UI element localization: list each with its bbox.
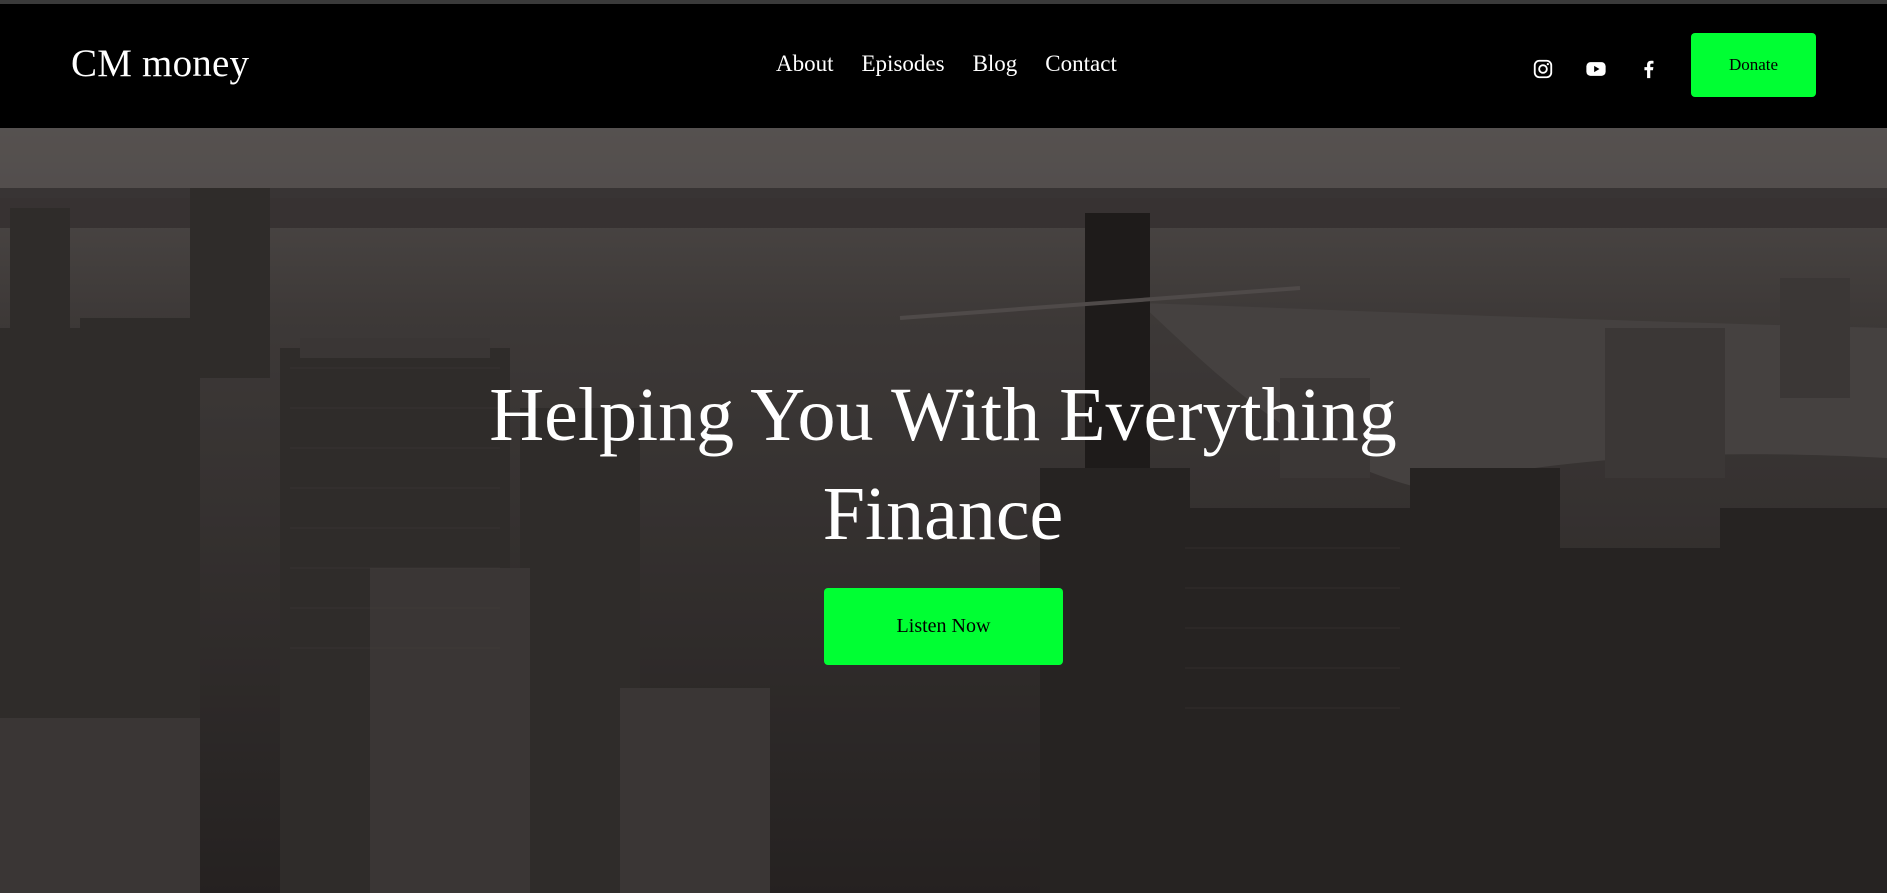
- youtube-icon[interactable]: [1585, 58, 1607, 80]
- donate-button[interactable]: Donate: [1691, 33, 1816, 97]
- main-nav: About Episodes Blog Contact: [776, 52, 1117, 75]
- nav-link-contact[interactable]: Contact: [1045, 52, 1117, 75]
- nav-link-blog[interactable]: Blog: [973, 52, 1018, 75]
- hero-title-line1: Helping You With Everything: [489, 373, 1397, 457]
- hero-title: Helping You With Everything Finance: [443, 366, 1443, 564]
- hero-section: Helping You With Everything Finance List…: [0, 128, 1887, 893]
- nav-link-about[interactable]: About: [776, 52, 834, 75]
- site-header: CM money About Episodes Blog Contact Don…: [0, 4, 1887, 128]
- social-links: [1532, 58, 1660, 80]
- hero-title-line2: Finance: [822, 472, 1064, 556]
- facebook-icon[interactable]: [1638, 58, 1660, 80]
- listen-now-button[interactable]: Listen Now: [824, 588, 1063, 665]
- nav-link-episodes[interactable]: Episodes: [862, 52, 945, 75]
- site-logo[interactable]: CM money: [71, 44, 249, 83]
- instagram-icon[interactable]: [1532, 58, 1554, 80]
